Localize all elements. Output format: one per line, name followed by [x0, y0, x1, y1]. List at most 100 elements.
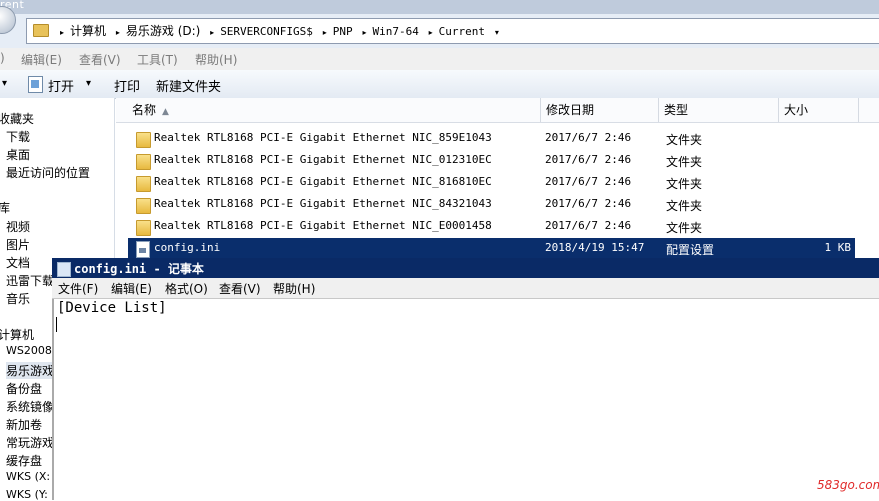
nav-recent[interactable]: 最近访问的位置	[6, 164, 90, 181]
file-type: 文件夹	[666, 199, 703, 213]
nav-new-volume[interactable]: 新加卷	[6, 416, 42, 433]
notepad-menu-format[interactable]: 格式(O)	[165, 280, 208, 297]
new-folder-button[interactable]: 新建文件夹	[156, 76, 221, 95]
file-date: 2017/6/7 2:46	[545, 219, 632, 232]
nav-backup[interactable]: 备份盘	[6, 380, 42, 397]
file-name: Realtek RTL8168 PCI-E Gigabit Ethernet N…	[154, 219, 492, 232]
open-button[interactable]: 打开	[48, 76, 74, 95]
file-type: 文件夹	[666, 177, 703, 191]
file-name: config.ini	[154, 241, 221, 254]
breadcrumb-drive[interactable]: 易乐游戏 (D:)	[126, 24, 200, 38]
file-type: 文件夹	[666, 221, 703, 235]
nav-music[interactable]: 音乐	[6, 290, 30, 307]
file-date: 2017/6/7 2:46	[545, 153, 632, 166]
column-name-label: 名称	[132, 103, 157, 117]
menu-view[interactable]: 查看(V)	[79, 51, 121, 68]
chevron-down-icon[interactable]: ▾	[495, 28, 499, 37]
file-date: 2017/6/7 2:46	[545, 197, 632, 210]
nav-documents[interactable]: 文档	[6, 254, 30, 271]
nav-system-image[interactable]: 系统镜像	[6, 398, 54, 415]
nav-pictures[interactable]: 图片	[6, 236, 30, 253]
file-name: Realtek RTL8168 PCI-E Gigabit Ethernet N…	[154, 131, 492, 144]
folder-icon	[136, 198, 151, 214]
file-row[interactable]: Realtek RTL8168 PCI-E Gigabit Ethernet N…	[128, 150, 855, 172]
watermark: 583go.com	[817, 478, 879, 492]
open-dropdown-icon[interactable]: ▾	[86, 78, 91, 89]
notepad-menu-help[interactable]: 帮助(H)	[273, 280, 315, 297]
nav-desktop[interactable]: 桌面	[6, 146, 30, 163]
sort-ascending-icon: ▲	[162, 107, 169, 117]
nav-computer[interactable]: 计算机	[0, 326, 34, 343]
column-type-label: 类型	[664, 103, 689, 117]
explorer-menu-bar: ) 编辑(E) 查看(V) 工具(T) 帮助(H)	[0, 48, 879, 70]
notepad-icon	[57, 262, 71, 277]
nav-ws2008[interactable]: WS2008	[6, 344, 52, 357]
nav-thunder[interactable]: 迅雷下载	[6, 272, 54, 289]
breadcrumb-pnp[interactable]: PNP	[333, 25, 353, 38]
notepad-menu-edit[interactable]: 编辑(E)	[111, 280, 152, 297]
nav-favorites[interactable]: 收藏夹	[0, 110, 34, 127]
nav-wks-y[interactable]: WKS (Y:	[6, 488, 48, 501]
file-type: 文件夹	[666, 155, 703, 169]
notepad-menu-file[interactable]: 文件(F)	[58, 280, 98, 297]
nav-yile-games[interactable]: 易乐游戏	[6, 362, 55, 379]
organize-dropdown-icon[interactable]: ▾	[2, 78, 7, 89]
file-row-selected[interactable]: config.ini 2018/4/19 15:47 配置设置 1 KB	[128, 238, 855, 260]
file-name: Realtek RTL8168 PCI-E Gigabit Ethernet N…	[154, 153, 492, 166]
column-name-header[interactable]: 名称 ▲	[116, 98, 541, 122]
column-date-label: 修改日期	[546, 103, 595, 117]
nav-frequent-games[interactable]: 常玩游戏	[6, 434, 54, 451]
chevron-right-icon[interactable]: ▸	[323, 28, 327, 37]
file-type: 配置设置	[666, 243, 715, 257]
column-size-label: 大小	[784, 103, 809, 117]
folder-icon	[136, 132, 151, 148]
menu-tools[interactable]: 工具(T)	[137, 51, 178, 68]
file-name: Realtek RTL8168 PCI-E Gigabit Ethernet N…	[154, 175, 492, 188]
notepad-text-area[interactable]	[52, 299, 879, 500]
file-type: 文件夹	[666, 133, 703, 147]
file-date: 2017/6/7 2:46	[545, 175, 632, 188]
config-file-icon	[136, 241, 150, 258]
nav-downloads[interactable]: 下载	[6, 128, 30, 145]
nav-videos[interactable]: 视频	[6, 218, 30, 235]
nav-wks-x[interactable]: WKS (X:	[6, 470, 50, 483]
chevron-right-icon[interactable]: ▸	[210, 28, 214, 37]
print-button[interactable]: 打印	[114, 76, 140, 95]
folder-icon	[136, 154, 151, 170]
folder-icon	[136, 220, 151, 236]
text-caret	[56, 317, 57, 332]
menu-file-partial[interactable]: )	[0, 51, 5, 65]
breadcrumb-win7[interactable]: Win7-64	[372, 25, 418, 38]
column-type-header[interactable]: 类型	[658, 98, 779, 122]
menu-edit[interactable]: 编辑(E)	[21, 51, 62, 68]
breadcrumb[interactable]: ▸ 计算机 ▸ 易乐游戏 (D:) ▸ SERVERCONFIGS$ ▸ PNP ▸ Wi…	[54, 22, 505, 39]
column-headers: 名称 ▲ 修改日期 类型 大小	[116, 98, 879, 123]
menu-help[interactable]: 帮助(H)	[195, 51, 237, 68]
chevron-right-icon[interactable]: ▸	[60, 28, 64, 37]
notepad-menu-bar: 文件(F) 编辑(E) 格式(O) 查看(V) 帮助(H)	[52, 278, 879, 299]
explorer-toolbar: ▾ 打开 ▾ 打印 新建文件夹	[0, 70, 879, 99]
nav-libraries[interactable]: 库	[0, 199, 10, 216]
breadcrumb-computer[interactable]: 计算机	[70, 24, 106, 38]
open-icon	[28, 76, 43, 93]
chevron-right-icon[interactable]: ▸	[429, 28, 433, 37]
column-date-header[interactable]: 修改日期	[540, 98, 659, 122]
breadcrumb-serverconfigs[interactable]: SERVERCONFIGS$	[220, 25, 313, 38]
breadcrumb-current[interactable]: Current	[439, 25, 485, 38]
chevron-right-icon[interactable]: ▸	[362, 28, 366, 37]
folder-icon	[33, 24, 49, 37]
file-row[interactable]: Realtek RTL8168 PCI-E Gigabit Ethernet N…	[128, 128, 855, 150]
file-size: 1 KB	[824, 241, 852, 254]
nav-cache[interactable]: 缓存盘	[6, 452, 42, 469]
chevron-right-icon[interactable]: ▸	[116, 28, 120, 37]
explorer-title-bar: rent	[0, 0, 879, 14]
file-row[interactable]: Realtek RTL8168 PCI-E Gigabit Ethernet N…	[128, 172, 855, 194]
notepad-menu-view[interactable]: 查看(V)	[219, 280, 261, 297]
file-row[interactable]: Realtek RTL8168 PCI-E Gigabit Ethernet N…	[128, 216, 855, 238]
file-date: 2018/4/19 15:47	[545, 241, 645, 254]
folder-icon	[136, 176, 151, 192]
column-size-header[interactable]: 大小	[778, 98, 859, 122]
file-row[interactable]: Realtek RTL8168 PCI-E Gigabit Ethernet N…	[128, 194, 855, 216]
file-date: 2017/6/7 2:46	[545, 131, 632, 144]
notepad-title: config.ini - 记事本	[74, 262, 204, 276]
